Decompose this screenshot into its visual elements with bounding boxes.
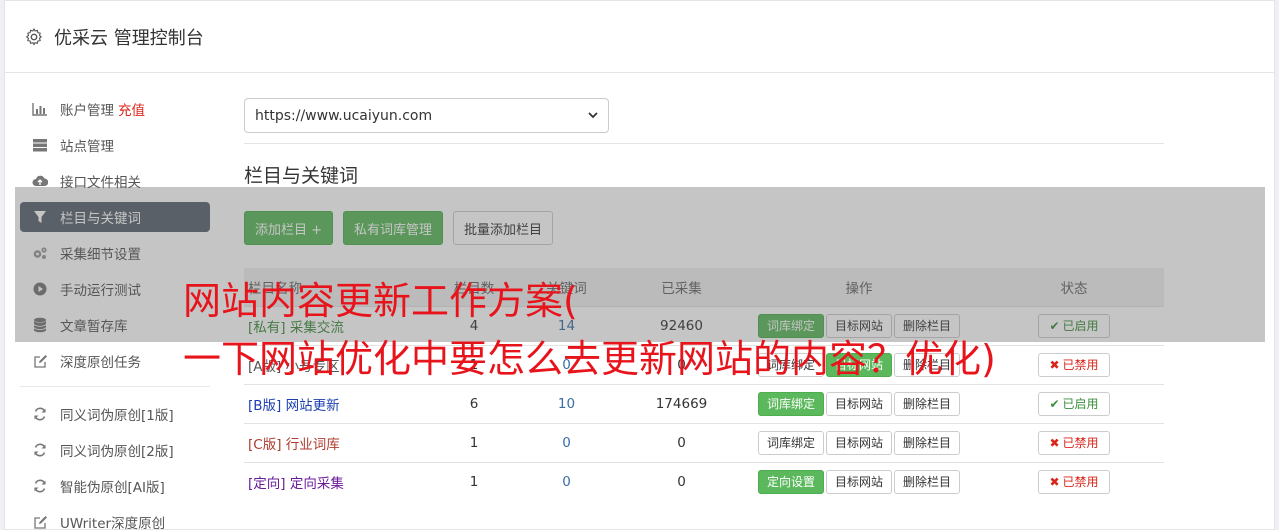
column-tag: [C版] xyxy=(248,436,282,453)
target-site-button[interactable]: 目标网站 xyxy=(825,469,892,494)
overlay-caption-line2: 一下网站优化中要怎么去更新网站的内容？优化) xyxy=(183,337,996,381)
close-icon: ✖ xyxy=(1049,357,1060,372)
lexicon-bind-button[interactable]: 定向设置 xyxy=(757,469,824,494)
table-row: [C版] 行业词库 1 0 0 词库绑定 目标网站 删除栏目 ✖ 已禁用 xyxy=(244,422,1164,462)
status-toggle[interactable]: ✖ 已禁用 xyxy=(1038,430,1110,455)
status-toggle[interactable]: ✔ 已启用 xyxy=(1038,391,1110,416)
keyword-count[interactable]: 0 xyxy=(504,461,629,501)
check-icon: ✔ xyxy=(1049,396,1060,411)
edit-icon xyxy=(32,514,48,530)
lexicon-bind-button[interactable]: 词库绑定 xyxy=(757,430,824,455)
status-cell: ✖ 已禁用 xyxy=(984,344,1164,384)
divider xyxy=(244,143,1164,144)
status-cell: ✖ 已禁用 xyxy=(984,461,1164,501)
chevron-down-icon xyxy=(588,112,598,119)
site-select-value: https://www.ucaiyun.com xyxy=(255,107,433,124)
sidebar-item-synonym-v2[interactable]: 同义词伪原创[2版] xyxy=(20,435,210,465)
column-name-cell[interactable]: [定向] 定向采集 xyxy=(244,461,444,501)
refresh-icon xyxy=(32,478,48,494)
status-label: 已禁用 xyxy=(1062,358,1099,372)
close-icon: ✖ xyxy=(1049,435,1060,450)
sidebar-item-label: 站点管理 xyxy=(60,139,114,155)
actions-cell: 定向设置 目标网站 删除栏目 xyxy=(734,461,984,501)
column-count: 6 xyxy=(444,383,504,423)
column-tag: [定向] xyxy=(248,475,286,492)
collected-count: 174669 xyxy=(629,383,734,423)
sidebar-item-label: 账户管理 xyxy=(60,103,114,119)
actions-cell: 词库绑定 目标网站 删除栏目 xyxy=(734,383,984,423)
column-name[interactable]: 行业词库 xyxy=(286,437,340,453)
refresh-icon xyxy=(32,442,48,458)
target-site-button[interactable]: 目标网站 xyxy=(825,391,892,416)
overlay-caption-line1: 网站内容更新工作方案( xyxy=(183,279,578,323)
keyword-count[interactable]: 0 xyxy=(504,422,629,462)
refresh-icon xyxy=(32,406,48,422)
table-row: [B版] 网站更新 6 10 174669 词库绑定 目标网站 删除栏目 ✔ 已启用 xyxy=(244,383,1164,423)
delete-column-button[interactable]: 删除栏目 xyxy=(894,430,961,455)
sidebar-item-uwriter[interactable]: UWriter深度原创 xyxy=(20,507,210,530)
server-icon xyxy=(32,137,48,153)
column-count: 1 xyxy=(444,461,504,501)
status-label: 已禁用 xyxy=(1062,436,1099,450)
column-name[interactable]: 网站更新 xyxy=(286,398,340,414)
sidebar-item-label: UWriter深度原创 xyxy=(60,516,166,530)
edit-icon xyxy=(32,353,48,369)
gear-icon xyxy=(26,27,42,45)
status-toggle[interactable]: ✖ 已禁用 xyxy=(1038,469,1110,494)
status-toggle[interactable]: ✖ 已禁用 xyxy=(1038,352,1110,377)
sidebar-item-synonym-v1[interactable]: 同义词伪原创[1版] xyxy=(20,399,210,429)
recharge-link[interactable]: 充值 xyxy=(118,99,145,119)
sidebar-item-label: 智能伪原创[AI版] xyxy=(60,480,165,496)
collected-count: 0 xyxy=(629,422,734,462)
column-name[interactable]: 定向采集 xyxy=(290,476,344,492)
target-site-button[interactable]: 目标网站 xyxy=(825,430,892,455)
sidebar-item-label: 同义词伪原创[2版] xyxy=(60,444,174,460)
status-cell: ✔ 已启用 xyxy=(984,383,1164,423)
table-row: [定向] 定向采集 1 0 0 定向设置 目标网站 删除栏目 ✖ 已禁用 xyxy=(244,461,1164,501)
sidebar-item-account[interactable]: 账户管理 充值 xyxy=(20,94,210,124)
column-name-cell[interactable]: [B版] 网站更新 xyxy=(244,383,444,423)
delete-column-button[interactable]: 删除栏目 xyxy=(894,469,961,494)
panel-header: 优采云 管理控制台 xyxy=(5,1,1274,73)
status-label: 已启用 xyxy=(1062,397,1099,411)
keyword-count[interactable]: 10 xyxy=(504,383,629,423)
column-name-cell[interactable]: [C版] 行业词库 xyxy=(244,422,444,462)
sidebar-item-label: 同义词伪原创[1版] xyxy=(60,408,174,424)
bar-chart-icon xyxy=(32,101,48,117)
close-icon: ✖ xyxy=(1049,474,1060,489)
status-cell: ✖ 已禁用 xyxy=(984,422,1164,462)
sidebar-item-sites[interactable]: 站点管理 xyxy=(20,130,210,160)
page-title: 优采云 管理控制台 xyxy=(54,27,204,49)
sidebar-divider xyxy=(20,386,210,387)
sidebar-item-deep-original[interactable]: 深度原创任务 xyxy=(20,346,210,376)
sidebar-item-label: 深度原创任务 xyxy=(60,355,141,371)
sidebar-item-ai-rewrite[interactable]: 智能伪原创[AI版] xyxy=(20,471,210,501)
column-count: 1 xyxy=(444,422,504,462)
delete-column-button[interactable]: 删除栏目 xyxy=(894,391,961,416)
collected-count: 0 xyxy=(629,461,734,501)
lexicon-bind-button[interactable]: 词库绑定 xyxy=(757,391,824,416)
section-title: 栏目与关键词 xyxy=(244,165,359,187)
column-tag: [B版] xyxy=(248,397,282,414)
site-select[interactable]: https://www.ucaiyun.com xyxy=(244,98,609,133)
status-label: 已禁用 xyxy=(1062,475,1099,490)
actions-cell: 词库绑定 目标网站 删除栏目 xyxy=(734,422,984,462)
